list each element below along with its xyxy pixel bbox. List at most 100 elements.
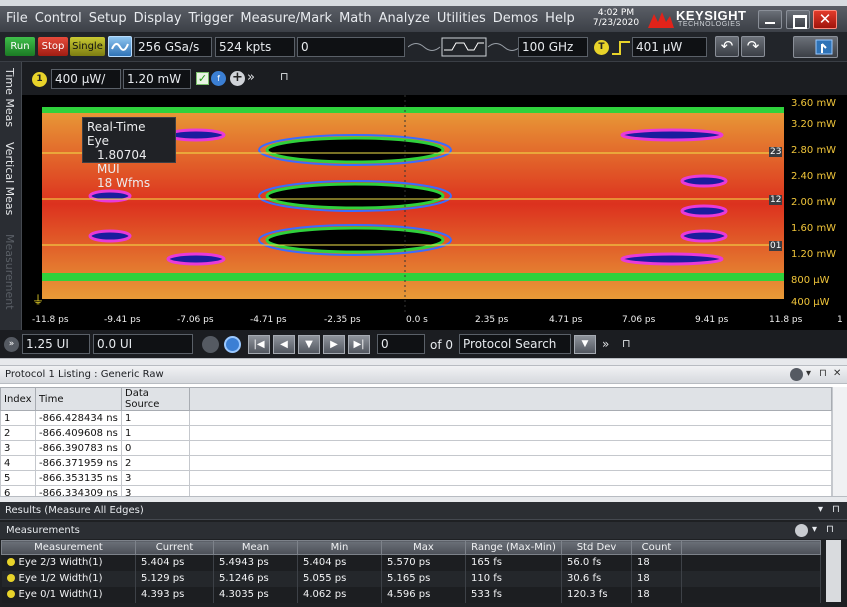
eye-marker-01[interactable]: 01 xyxy=(769,241,783,251)
column-header-time[interactable]: Time xyxy=(35,387,122,411)
cell-empty xyxy=(681,554,821,571)
single-button[interactable]: Single xyxy=(70,37,105,56)
redo-button[interactable]: ↷ xyxy=(741,36,765,57)
search-icon[interactable] xyxy=(224,336,241,353)
horizontal-position-field[interactable]: 0.0 UI xyxy=(93,334,193,354)
pin-icon[interactable]: ⊓ xyxy=(832,504,840,515)
menu-display[interactable]: Display xyxy=(134,11,182,26)
close-icon[interactable]: ✕ xyxy=(833,368,841,379)
expand-left-icon[interactable]: » xyxy=(4,337,19,352)
menu-measure-mark[interactable]: Measure/Mark xyxy=(240,11,332,26)
column-header-std-dev[interactable]: Std Dev xyxy=(561,540,632,555)
nav-last-button[interactable]: ▶| xyxy=(348,335,370,354)
vertical-scale-field[interactable]: 400 µW/ xyxy=(51,69,121,89)
gear-icon[interactable] xyxy=(795,524,808,537)
table-row[interactable]: 4 -866.371959 ns 2 xyxy=(0,455,832,471)
trigger-level-field[interactable]: 401 µW xyxy=(632,37,707,57)
pin-icon[interactable]: ⊓ xyxy=(622,337,631,350)
add-icon[interactable]: + xyxy=(230,71,245,86)
ground-reference-icon[interactable]: ⏚ xyxy=(32,291,44,308)
menu-math[interactable]: Math xyxy=(339,11,372,26)
column-header-measurement[interactable]: Measurement xyxy=(1,540,136,555)
protocol-scrollbar[interactable] xyxy=(832,387,847,496)
table-header-row: Measurement Current Mean Min Max Range (… xyxy=(1,540,821,555)
dropdown-icon[interactable]: ▾ xyxy=(818,504,823,515)
column-header-index[interactable]: Index xyxy=(0,387,36,411)
table-row[interactable]: Eye 1/2 Width(1) 5.129 ps 5.1246 ps 5.05… xyxy=(1,570,821,587)
eye-marker-23[interactable]: 23 xyxy=(769,147,783,157)
tab-time-meas[interactable]: Time Meas xyxy=(3,68,16,127)
nav-next-button[interactable]: ▶ xyxy=(323,335,345,354)
chevron-down-icon[interactable]: ▼ xyxy=(574,335,596,354)
tab-measurement[interactable]: Measurement xyxy=(3,234,16,310)
splitter-handle[interactable] xyxy=(0,358,847,366)
menu-trigger[interactable]: Trigger xyxy=(189,11,234,26)
horizontal-scale-field[interactable]: 1.25 UI xyxy=(22,334,90,354)
table-row[interactable]: 5 -866.353135 ns 3 xyxy=(0,470,832,486)
menu-analyze[interactable]: Analyze xyxy=(379,11,430,26)
stop-button[interactable]: Stop xyxy=(38,37,68,56)
rising-edge-icon[interactable] xyxy=(610,39,632,56)
auto-scale-icon xyxy=(111,43,129,51)
measurements-scrollbar[interactable] xyxy=(826,540,841,602)
pin-icon[interactable]: ⊓ xyxy=(280,70,289,83)
menu-utilities[interactable]: Utilities xyxy=(437,11,486,26)
column-header-current[interactable]: Current xyxy=(135,540,214,555)
table-row[interactable]: 3 -866.390783 ns 0 xyxy=(0,440,832,456)
column-header-data-source[interactable]: Data Source xyxy=(121,387,190,411)
menu-control[interactable]: Control xyxy=(35,11,82,26)
sample-rate-field[interactable]: 256 GSa/s xyxy=(134,37,212,57)
gear-icon[interactable] xyxy=(790,368,803,381)
maximize-button[interactable] xyxy=(786,10,810,29)
cell-time: -866.428434 ns xyxy=(35,410,122,426)
menu-demos[interactable]: Demos xyxy=(493,11,538,26)
clock-date: 7/23/2020 xyxy=(592,18,640,28)
column-header-count[interactable]: Count xyxy=(631,540,682,555)
table-row[interactable]: 2 -866.409608 ns 1 xyxy=(0,425,832,441)
dropdown-icon[interactable]: ▾ xyxy=(806,368,811,379)
vertical-offset-field[interactable]: 1.20 mW xyxy=(123,69,191,89)
memory-depth-field[interactable]: 524 kpts xyxy=(215,37,295,57)
trigger-icon[interactable]: T xyxy=(594,40,609,55)
column-header-max[interactable]: Max xyxy=(381,540,466,555)
menu-file[interactable]: File xyxy=(6,11,28,26)
run-button[interactable]: Run xyxy=(5,37,35,56)
eye-marker-12[interactable]: 12 xyxy=(769,195,783,205)
touch-icon xyxy=(815,39,833,55)
table-row[interactable]: Eye 2/3 Width(1) 5.404 ps 5.4943 ps 5.40… xyxy=(1,554,821,571)
cell-max: 5.570 ps xyxy=(381,554,466,571)
eye-diagram-display[interactable]: Real-Time Eye 1.80704 MUI 18 Wfms 23 12 … xyxy=(22,95,788,312)
nav-index-field[interactable]: 0 xyxy=(377,334,425,354)
expand-icon[interactable]: » xyxy=(602,337,609,351)
tab-vertical-meas[interactable]: Vertical Meas xyxy=(3,142,16,215)
expand-icon[interactable]: » xyxy=(247,70,255,85)
oscilloscope-app: File Control Setup Display Trigger Measu… xyxy=(0,0,847,607)
nav-mode-field[interactable]: Protocol Search xyxy=(459,334,571,354)
column-header-range[interactable]: Range (Max-Min) xyxy=(465,540,562,555)
menu-help[interactable]: Help xyxy=(545,11,575,26)
auto-scale-button[interactable] xyxy=(108,36,132,57)
minimize-button[interactable] xyxy=(758,10,782,29)
menu-setup[interactable]: Setup xyxy=(89,11,127,26)
column-header-min[interactable]: Min xyxy=(297,540,382,555)
pin-icon[interactable]: ⊓ xyxy=(826,524,834,535)
undo-button[interactable]: ↶ xyxy=(715,36,739,57)
nav-first-button[interactable]: |◀ xyxy=(248,335,270,354)
column-header-mean[interactable]: Mean xyxy=(213,540,298,555)
protocol-table: Index Time Data Source 1 -866.428434 ns 1 … xyxy=(0,387,832,501)
checkbox-icon[interactable]: ✓ xyxy=(196,72,209,85)
nav-stop-button[interactable]: ▼ xyxy=(298,335,320,354)
delay-field[interactable]: 0 xyxy=(297,37,405,57)
navigate-icon[interactable] xyxy=(202,336,219,353)
dropdown-icon[interactable]: ▾ xyxy=(812,524,817,535)
close-button[interactable]: ✕ xyxy=(813,10,837,29)
nav-prev-button[interactable]: ◀ xyxy=(273,335,295,354)
touch-button[interactable] xyxy=(793,36,838,58)
bandwidth-field[interactable]: 100 GHz xyxy=(518,37,588,57)
table-row[interactable]: Eye 0/1 Width(1) 4.393 ps 4.3035 ps 4.06… xyxy=(1,586,821,603)
cell-count: 18 xyxy=(631,554,682,571)
channel-1-badge[interactable]: 1 xyxy=(32,72,47,87)
table-row[interactable]: 1 -866.428434 ns 1 xyxy=(0,410,832,426)
pin-icon[interactable]: ⊓ xyxy=(819,368,827,379)
function-icon[interactable]: f xyxy=(211,71,226,86)
